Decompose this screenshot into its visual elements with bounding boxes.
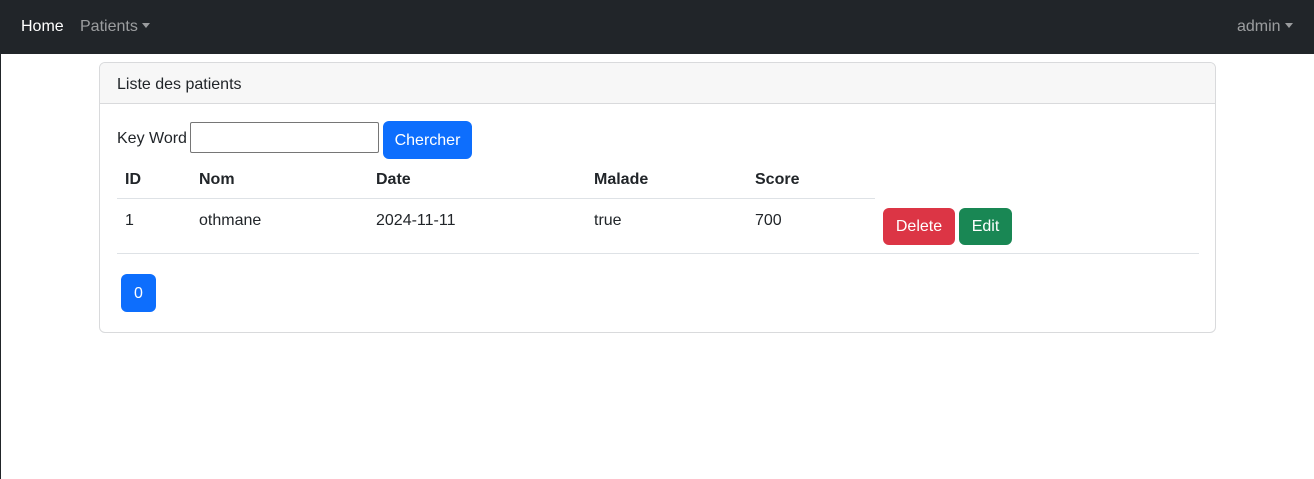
column-header-nom: Nom xyxy=(199,171,235,188)
cell-nom: othmane xyxy=(199,212,262,229)
keyword-label: Key Word xyxy=(117,130,187,147)
nav-user-dropdown[interactable]: admin xyxy=(1237,17,1293,36)
card-header: Liste des patients xyxy=(100,63,1215,104)
page-button[interactable]: 0 xyxy=(121,274,156,312)
cell-date: 2024-11-11 xyxy=(376,212,456,229)
chevron-down-icon xyxy=(1284,23,1293,28)
nav-patients-dropdown[interactable]: Patients xyxy=(80,17,150,36)
patients-card: Liste des patients Key Word Chercher ID … xyxy=(99,62,1216,333)
search-button[interactable]: Chercher xyxy=(383,121,472,159)
chevron-down-icon xyxy=(141,23,150,28)
cell-score: 700 xyxy=(755,212,782,229)
keyword-input[interactable] xyxy=(190,122,379,153)
column-header-date: Date xyxy=(376,171,411,188)
edit-button[interactable]: Edit xyxy=(959,208,1012,245)
nav-home-link[interactable]: Home xyxy=(21,17,64,36)
column-header-id: ID xyxy=(125,171,141,188)
column-header-score: Score xyxy=(755,171,800,188)
column-header-malade: Malade xyxy=(594,171,649,188)
card-title: Liste des patients xyxy=(117,76,242,93)
delete-button[interactable]: Delete xyxy=(883,208,955,245)
cell-malade: true xyxy=(594,212,622,229)
cell-id: 1 xyxy=(125,212,134,229)
row-divider xyxy=(117,253,1199,254)
header-divider xyxy=(117,198,875,199)
top-navbar: Home Patients admin xyxy=(1,0,1314,54)
nav-user-label: admin xyxy=(1237,18,1281,35)
nav-patients-label: Patients xyxy=(80,18,138,35)
